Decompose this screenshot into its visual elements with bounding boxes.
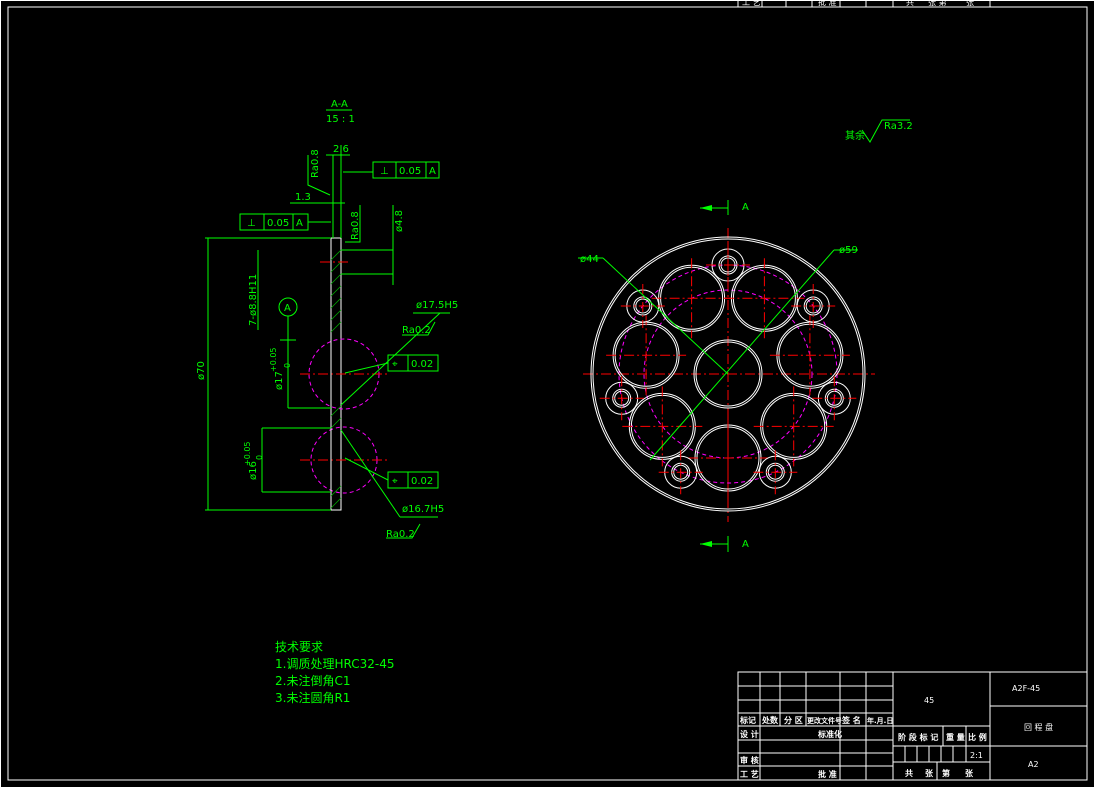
gdt-perp-symbol-left: ⊥ <box>247 218 256 229</box>
dim-bore1-tol-low: 0 <box>283 363 292 368</box>
section-view: A-A 15 : 1 2.6 1.3 Ra0.8 Ra0.8 ø4.8 ⊥ 0.… <box>196 99 458 540</box>
roughness-1: Ra0.8 <box>310 149 321 178</box>
col-gengai: 更改文件号 <box>807 716 842 725</box>
gdt-pos-symbol-2: ⌖ <box>392 476 398 487</box>
col-chushu: 处数 <box>761 715 779 725</box>
col-biaoji: 标记 <box>739 715 756 725</box>
dim-bore1-tol-up: +0.05 <box>269 347 278 372</box>
title-block: 标记 处数 分 区 更改文件号 签 名 年.月.日 设 计 标准化 审 核 工 … <box>737 671 1088 781</box>
top-stub: 工 艺 批 准 共 张 第 张 <box>737 0 991 8</box>
hatch <box>330 249 342 509</box>
col-date: 年.月.日 <box>867 716 893 725</box>
gdt-perp-value-top: 0.05 <box>399 166 421 177</box>
material: 45 <box>924 696 934 705</box>
row-pizhun: 批 准 <box>818 769 837 779</box>
dim-bore2-tol-up: +0.05 <box>243 441 252 466</box>
scale-value: 2:1 <box>970 751 983 760</box>
rest-roughness: Ra3.2 <box>884 121 913 132</box>
dim-overall: ø70 <box>196 361 207 380</box>
tech-item-1: 1.调质处理HRC32-45 <box>275 657 394 671</box>
section-title: A-A <box>331 99 348 110</box>
stub-pizhun: 批 准 <box>818 0 837 7</box>
dim-pin-dia: ø4.8 <box>394 210 405 232</box>
callout-bore1: ø17.5H5 <box>416 300 458 311</box>
sheet-size: A2 <box>1028 760 1039 769</box>
tech-title: 技术要求 <box>275 640 323 654</box>
part-name: 回 程 盘 <box>1024 722 1053 732</box>
gdt-pos-symbol-1: ⌖ <box>392 359 398 370</box>
gdt-frame-left: ⊥ 0.05 A <box>239 213 331 231</box>
row-sheji: 设 计 <box>740 729 759 739</box>
datum-marker: A <box>284 303 291 314</box>
gdt-pos-value-1: 0.02 <box>411 359 433 370</box>
row-gongyi: 工 艺 <box>740 769 759 779</box>
callout-bore2: ø16.7H5 <box>402 504 444 515</box>
roughness-2: Ra0.8 <box>350 211 361 240</box>
gdt-perp-value-left: 0.05 <box>267 218 289 229</box>
sheet-zhang1: 张 <box>925 769 934 778</box>
inner-frame <box>7 6 1088 781</box>
dim-offset: 1.3 <box>295 192 311 203</box>
dim-bore1: ø17 <box>274 371 285 390</box>
cad-drawing: 工 艺 批 准 共 张 第 张 A-A 15 : 1 2.6 1.3 Ra0.8… <box>0 0 1095 788</box>
outer-frame <box>0 0 1095 788</box>
sheet-gong: 共 <box>905 768 913 778</box>
dim-left: ø44 <box>580 254 599 265</box>
sheet-zhang2: 张 <box>965 769 974 778</box>
stub-gongyi: 工 艺 <box>742 0 761 7</box>
gdt-pos-value-2: 0.02 <box>411 476 433 487</box>
stub-zhang: 张 <box>966 0 974 7</box>
dim-right: ø59 <box>839 245 858 256</box>
tech-requirements: 技术要求 1.调质处理HRC32-45 2.未注倒角C1 3.未注圆角R1 <box>275 640 394 705</box>
tech-item-3: 3.未注圆角R1 <box>275 690 350 705</box>
cut-label-bottom: A <box>742 539 749 550</box>
stage-mark: 阶 段 标 记 <box>898 732 938 742</box>
stage-weight: 重 量 <box>946 732 965 742</box>
roughness-3: Ra0.2 <box>402 325 431 336</box>
row-shenhe: 审 核 <box>740 755 759 765</box>
section-scale: 15 : 1 <box>326 114 355 125</box>
dim-bore2-tol-low: 0 <box>255 455 264 460</box>
dim-thickness: 2.6 <box>333 144 349 155</box>
gdt-perp-symbol-top: ⊥ <box>380 166 389 177</box>
gdt-datum-left: A <box>296 218 303 229</box>
stage-scale: 比 例 <box>968 732 987 742</box>
gdt-position-2: ⌖ 0.02 <box>344 457 439 489</box>
col-qianming: 签 名 <box>841 715 861 725</box>
tech-item-2: 2.未注倒角C1 <box>275 673 350 688</box>
row-biaozhunhua: 标准化 <box>817 729 842 739</box>
cut-label-top: A <box>742 202 749 213</box>
roughness-4: Ra0.2 <box>386 529 415 540</box>
rest-label: 其余 <box>845 129 865 142</box>
drawing-no: A2F-45 <box>1012 684 1040 693</box>
gdt-datum-top: A <box>429 166 436 177</box>
col-fenqu: 分 区 <box>784 715 803 725</box>
plan-view: 其余 Ra3.2 A A ø44 ø59 <box>578 119 913 552</box>
gdt-frame-top: ⊥ 0.05 A <box>343 161 440 179</box>
sheet-di: 第 <box>942 768 950 778</box>
dim-holes: 7-ø8.8H11 <box>248 274 259 326</box>
stub-gong: 共 <box>906 0 914 7</box>
stub-zhangdi: 张 第 <box>928 0 947 7</box>
